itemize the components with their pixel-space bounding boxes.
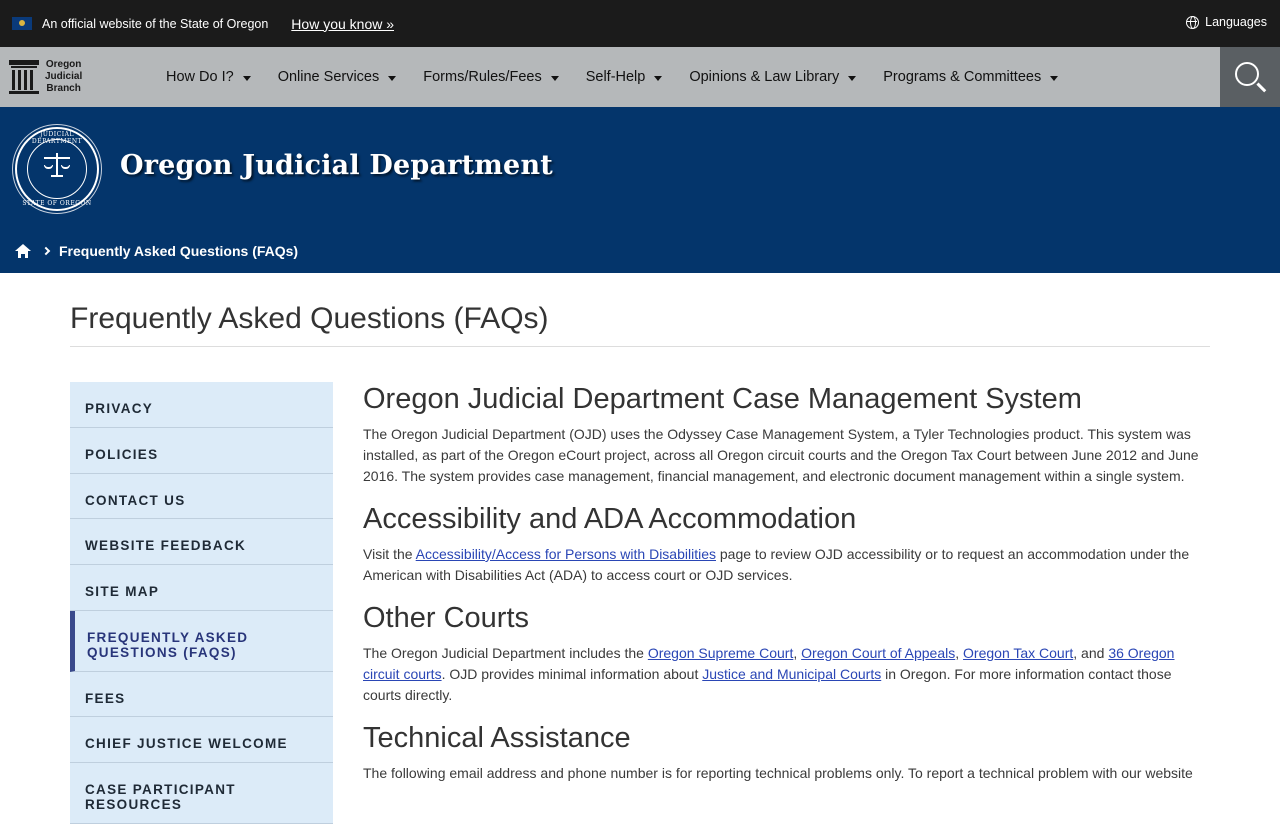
nav-self-help[interactable]: Self-Help xyxy=(586,69,663,85)
breadcrumb-current: Frequently Asked Questions (FAQs) xyxy=(59,243,299,259)
sidebar-item-chief-justice-welcome[interactable]: Chief Justice Welcome xyxy=(70,717,333,763)
languages-button[interactable]: Languages xyxy=(1186,15,1267,29)
sidebar-item-website-feedback[interactable]: Website Feedback xyxy=(70,519,333,565)
breadcrumb: Frequently Asked Questions (FAQs) xyxy=(15,243,298,259)
nav-how-do-i[interactable]: How Do I? xyxy=(166,69,251,85)
official-banner: An official website of the State of Oreg… xyxy=(0,0,1280,47)
justice-municipal-courts-link[interactable]: Justice and Municipal Courts xyxy=(702,666,881,682)
branch-logo-text: Oregon Judicial Branch xyxy=(45,59,83,94)
title-divider xyxy=(70,346,1210,347)
site-title[interactable]: Oregon Judicial Department xyxy=(120,150,553,181)
home-icon[interactable] xyxy=(15,244,31,258)
sidebar-item-policies[interactable]: Policies xyxy=(70,428,333,474)
how-you-know-link[interactable]: How you know » xyxy=(291,16,394,32)
page-title: Frequently Asked Questions (FAQs) xyxy=(70,302,549,335)
accessibility-link[interactable]: Accessibility/Access for Persons with Di… xyxy=(416,546,716,562)
section-heading-other-courts: Other Courts xyxy=(363,602,529,634)
judicial-department-seal[interactable]: JUDICIAL DEPARTMENT STATE OF OREGON xyxy=(15,127,99,211)
search-icon xyxy=(1235,62,1259,86)
seal-bottom-text: STATE OF OREGON xyxy=(22,200,92,207)
section-heading-cms: Oregon Judicial Department Case Manageme… xyxy=(363,383,1082,415)
official-website-text: An official website of the State of Oreg… xyxy=(42,16,269,31)
caret-down-icon xyxy=(242,75,251,81)
sidebar-item-privacy[interactable]: Privacy xyxy=(70,382,333,428)
courthouse-pillars-icon xyxy=(9,60,39,94)
sidebar-nav: Privacy Policies Contact Us Website Feed… xyxy=(70,382,333,824)
section-body-tech: The following email address and phone nu… xyxy=(363,765,1193,781)
site-header: JUDICIAL DEPARTMENT STATE OF OREGON Oreg… xyxy=(0,107,1280,273)
section-body-other-courts: The Oregon Judicial Department includes … xyxy=(363,645,1175,703)
caret-down-icon xyxy=(654,75,663,81)
court-of-appeals-link[interactable]: Oregon Court of Appeals xyxy=(801,645,955,661)
section-heading-ada: Accessibility and ADA Accommodation xyxy=(363,503,857,535)
languages-label: Languages xyxy=(1205,15,1267,29)
sidebar-item-fees[interactable]: Fees xyxy=(70,672,333,717)
scales-of-justice-icon xyxy=(44,153,70,179)
search-button[interactable] xyxy=(1220,47,1280,107)
oregon-judicial-branch-logo[interactable]: Oregon Judicial Branch xyxy=(0,59,150,95)
section-body-ada: Visit the Accessibility/Access for Perso… xyxy=(363,546,1190,583)
seal-top-text: JUDICIAL DEPARTMENT xyxy=(31,131,83,145)
globe-icon xyxy=(1186,15,1200,29)
oregon-flag-icon xyxy=(12,17,32,30)
nav-online-services[interactable]: Online Services xyxy=(278,69,397,85)
supreme-court-link[interactable]: Oregon Supreme Court xyxy=(648,645,794,661)
chevron-right-icon xyxy=(41,246,51,256)
caret-down-icon xyxy=(550,75,559,81)
nav-forms-rules-fees[interactable]: Forms/Rules/Fees xyxy=(423,69,559,85)
section-body-cms: The Oregon Judicial Department (OJD) use… xyxy=(363,426,1199,484)
sidebar-item-contact-us[interactable]: Contact Us xyxy=(70,474,333,519)
main-nav: Oregon Judicial Branch How Do I? Online … xyxy=(0,47,1280,107)
caret-down-icon xyxy=(388,75,397,81)
caret-down-icon xyxy=(1050,75,1059,81)
nav-programs-committees[interactable]: Programs & Committees xyxy=(883,69,1059,85)
nav-opinions-law-library[interactable]: Opinions & Law Library xyxy=(689,69,857,85)
sidebar-item-case-participant-resources[interactable]: Case Participant Resources xyxy=(70,763,333,824)
tax-court-link[interactable]: Oregon Tax Court xyxy=(963,645,1073,661)
sidebar-item-faqs[interactable]: Frequently Asked Questions (FAQs) xyxy=(70,611,333,672)
section-heading-tech: Technical Assistance xyxy=(363,722,631,754)
caret-down-icon xyxy=(848,75,857,81)
sidebar-item-site-map[interactable]: Site Map xyxy=(70,565,333,611)
main-content: Oregon Judicial Department Case Manageme… xyxy=(363,382,1213,799)
